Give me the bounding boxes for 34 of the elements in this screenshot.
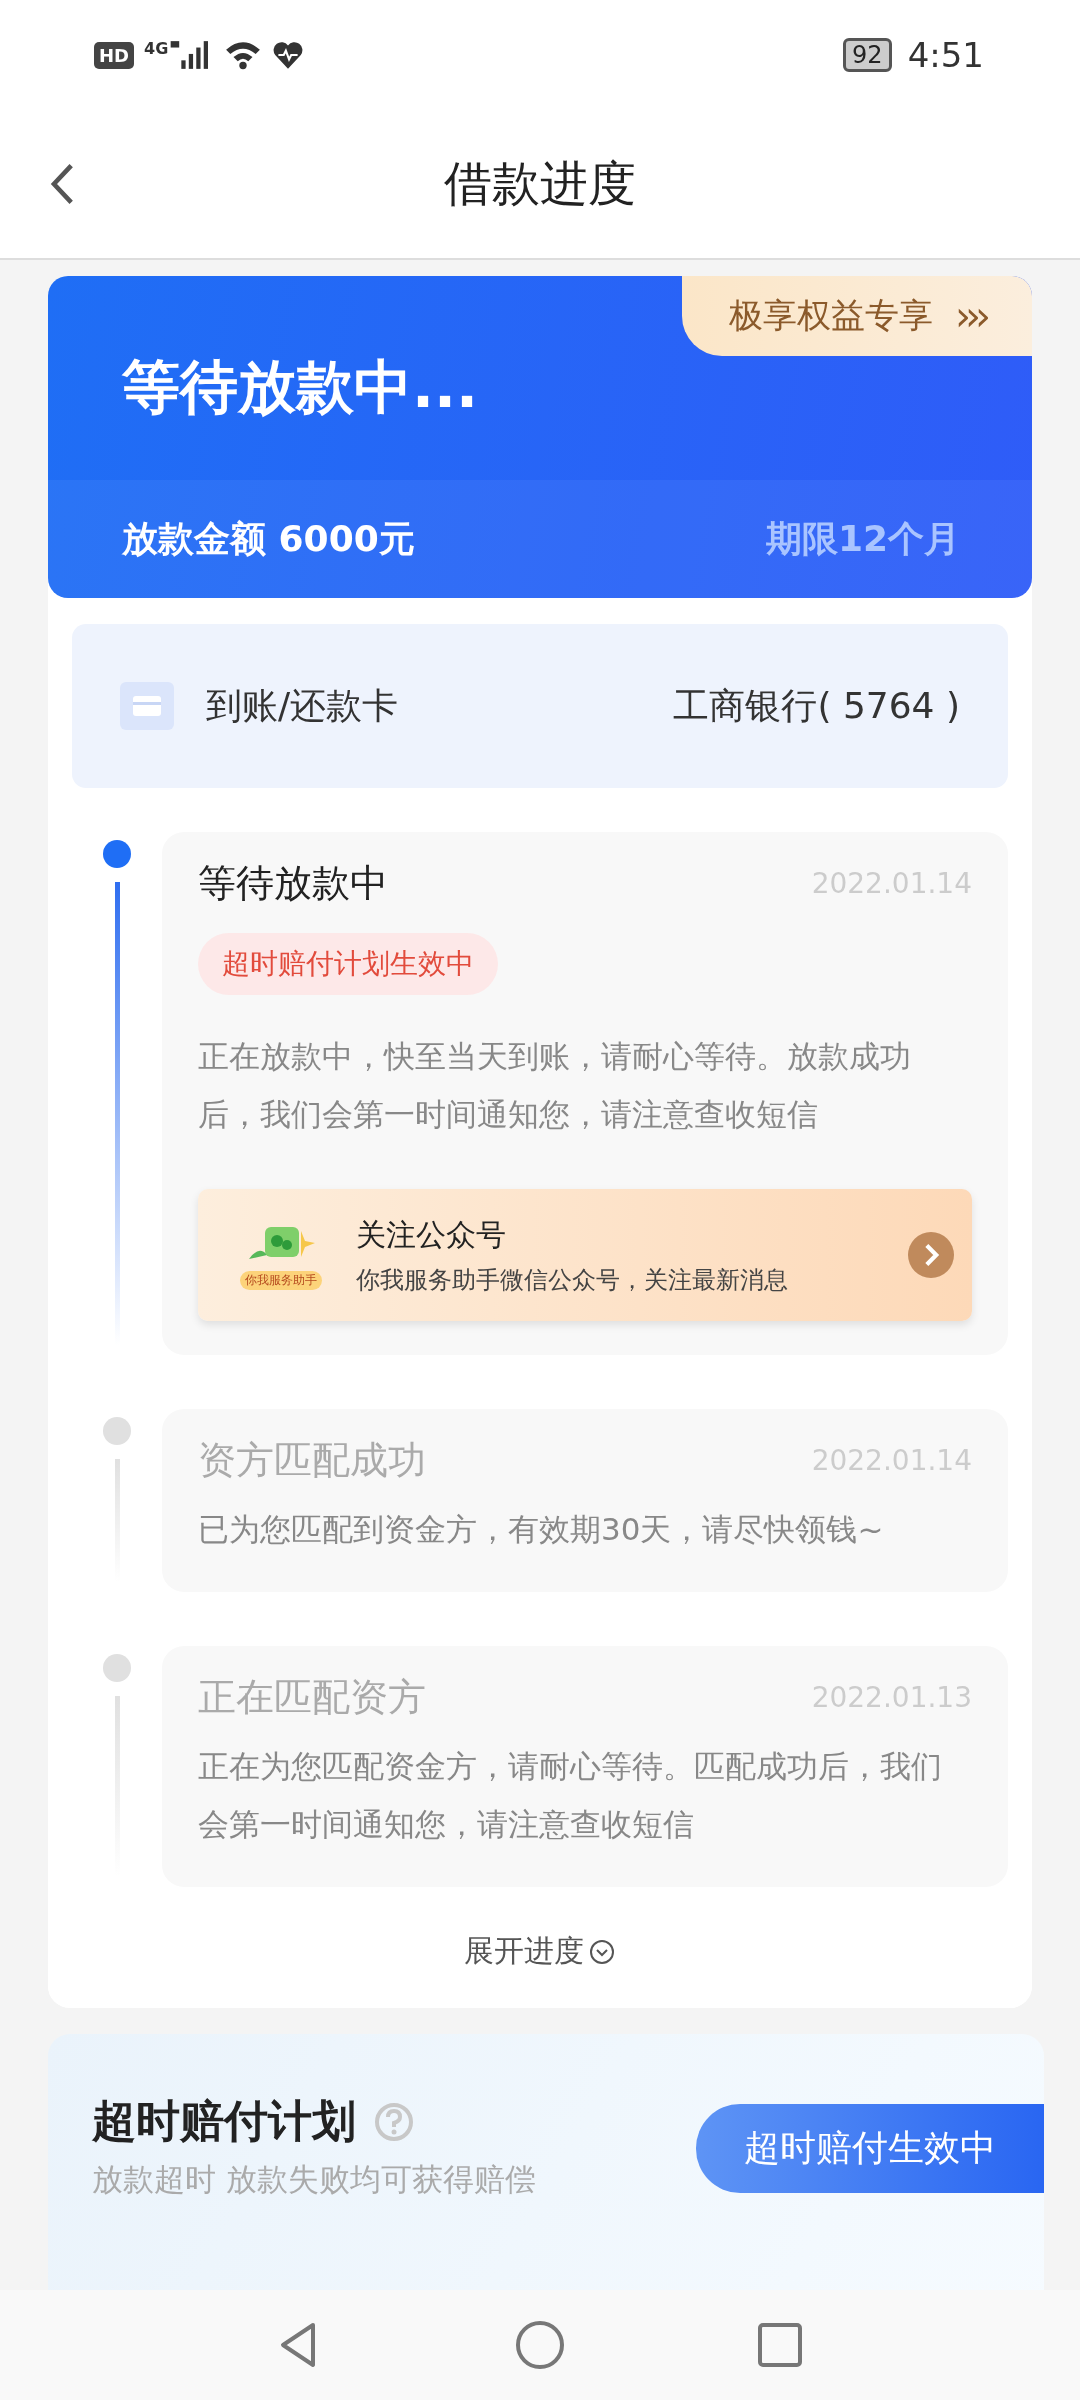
loan-amount: 放款金额 6000元 [122, 516, 415, 561]
step-description: 正在放款中，快至当天到账，请耐心等待。放款成功后，我们会第一时间通知您，请注意查收短信 [198, 1037, 912, 1134]
expand-progress-link[interactable]: 展开进度 [464, 1931, 616, 1972]
step-title: 资方匹配成功 [198, 1437, 426, 1484]
banner-title: 关注公众号 [356, 1215, 507, 1254]
card-icon [120, 682, 174, 730]
back-icon[interactable] [48, 161, 76, 207]
follow-banner[interactable]: 你我服务助手 关注公众号 你我服务助手微信公众号，关注最新消息 [198, 1189, 972, 1321]
home-nav-icon[interactable] [515, 2320, 565, 2370]
step-title: 等待放款中 [198, 860, 388, 907]
compensation-subtitle: 放款超时 放款失败均可获得赔偿 [92, 2160, 536, 2199]
recents-nav-icon[interactable] [755, 2320, 805, 2370]
compensation-status-button[interactable]: 超时赔付生效中 [696, 2104, 1044, 2193]
battery-level: 92 [843, 38, 892, 72]
chevron-down-icon [588, 1937, 616, 1966]
compensation-title: 超时赔付计划 [92, 2094, 356, 2148]
page-title: 借款进度 [444, 154, 636, 213]
chevron-icon [908, 1232, 954, 1278]
step-description: 已为您匹配到资金方，有效期30天，请尽快领钱~ [198, 1510, 884, 1549]
status-tag: 超时赔付计划生效中 [198, 933, 498, 995]
wifi-icon [224, 39, 263, 71]
clock-time: 4:51 [907, 35, 984, 75]
health-icon [272, 40, 305, 70]
network-type: 4G [144, 39, 169, 58]
perk-ribbon[interactable]: 极享权益专享 ››› [682, 276, 1032, 356]
loan-term: 期限12个月 [765, 516, 960, 561]
banner-subtitle: 你我服务助手微信公众号，关注最新消息 [356, 1264, 789, 1296]
bank-card-row[interactable]: 到账/还款卡 工商银行( 5764 ) [72, 624, 1008, 788]
step-description: 正在为您匹配资金方，请耐心等待。匹配成功后，我们会第一时间通知您，请注意查收短信 [198, 1747, 943, 1844]
bank-name: 工商银行( 5764 ) [673, 683, 960, 728]
step-title: 正在匹配资方 [198, 1674, 426, 1721]
card-label: 到账/还款卡 [206, 683, 400, 728]
hd-icon: HD [94, 41, 134, 69]
loan-status: 等待放款中... [122, 352, 479, 423]
